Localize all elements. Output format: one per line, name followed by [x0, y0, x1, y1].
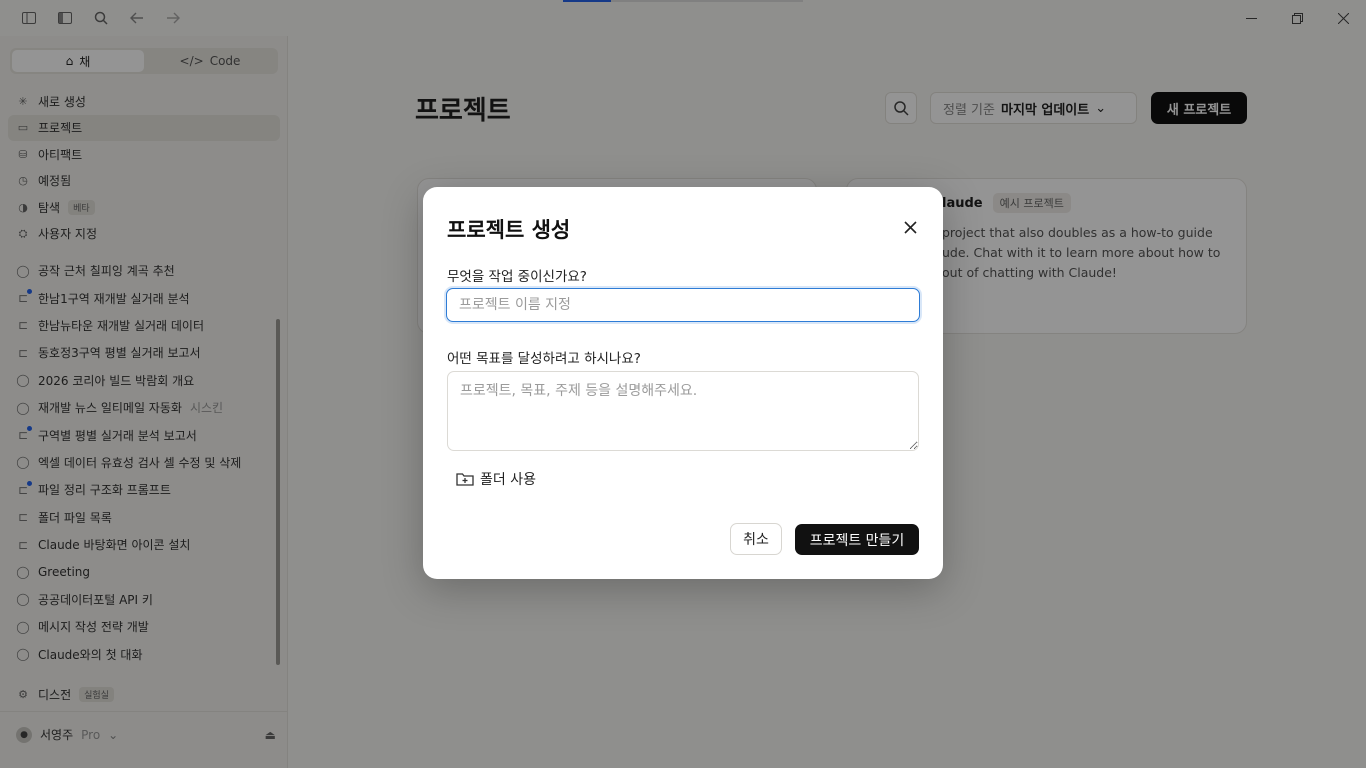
close-icon [903, 220, 917, 234]
cancel-button[interactable]: 취소 [730, 523, 782, 555]
use-folder-label: 폴더 사용 [480, 472, 536, 488]
use-folder-button[interactable]: 폴더 사용 [450, 466, 542, 492]
project-description-input[interactable] [447, 371, 919, 451]
folder-plus-icon [456, 473, 474, 486]
project-name-input[interactable] [446, 288, 920, 322]
dialog-close-button[interactable] [900, 217, 920, 237]
create-project-button[interactable]: 프로젝트 만들기 [795, 524, 919, 555]
dialog-title: 프로젝트 생성 [447, 218, 571, 242]
project-description-label: 어떤 목표를 달성하려고 하시나요? [447, 351, 641, 367]
project-name-label: 무엇을 작업 중이신가요? [447, 269, 587, 285]
